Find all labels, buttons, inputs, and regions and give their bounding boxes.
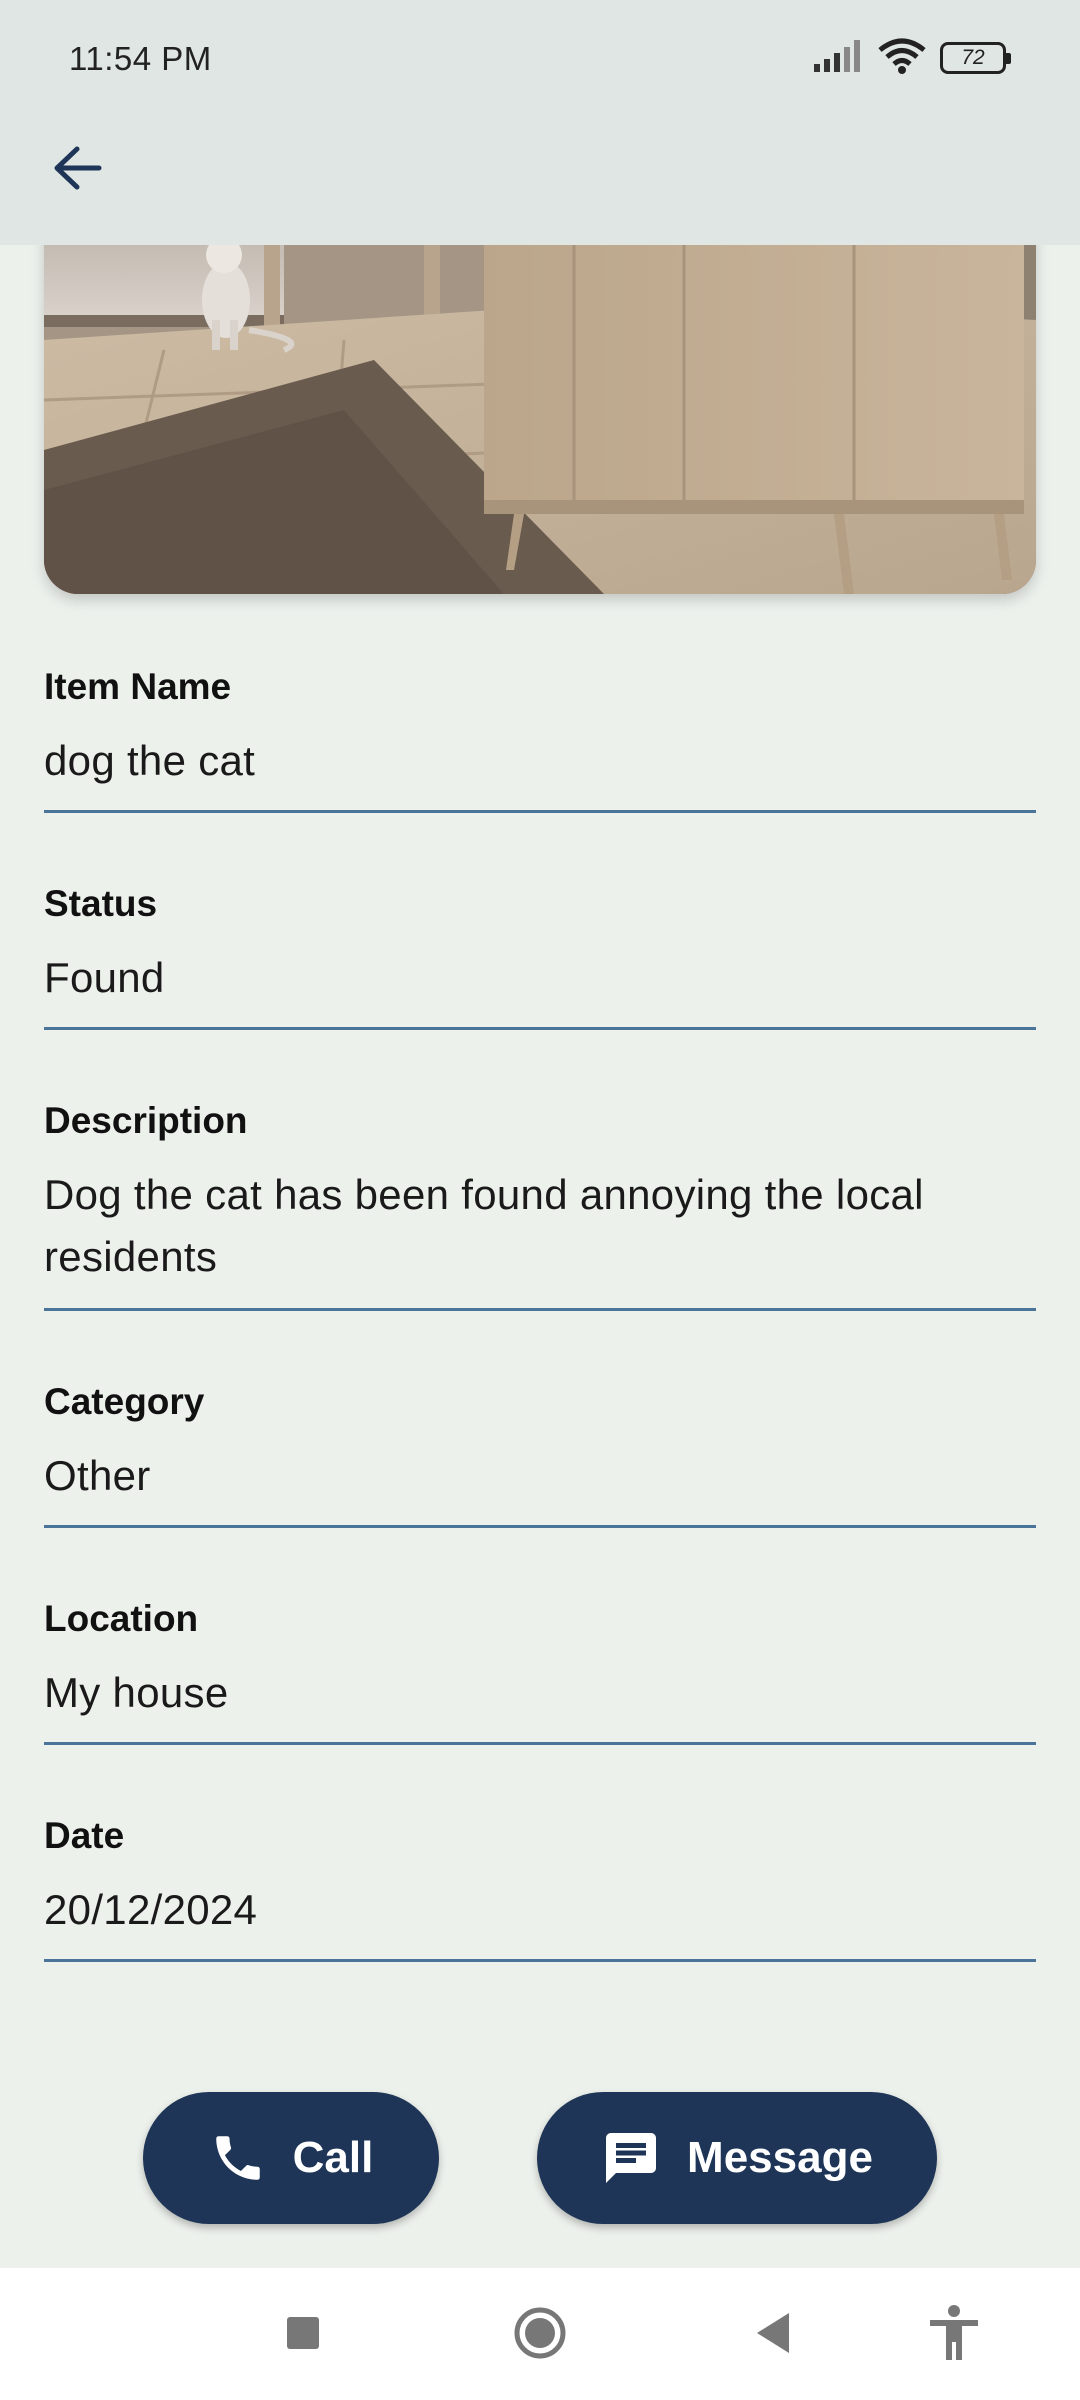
category-value: Other bbox=[44, 1452, 151, 1499]
date-value: 20/12/2024 bbox=[44, 1886, 258, 1933]
item-name-value: dog the cat bbox=[44, 737, 256, 784]
date-label: Date bbox=[44, 1815, 125, 1856]
location-divider bbox=[44, 1742, 1036, 1745]
message-button[interactable]: Message bbox=[537, 2092, 937, 2224]
category-divider bbox=[44, 1525, 1036, 1528]
description-field: Description Dog the cat has been found a… bbox=[44, 1100, 1036, 1288]
app-bar: 11:54 PM 72 bbox=[0, 0, 1080, 245]
status-time: 11:54 PM bbox=[69, 40, 212, 77]
date-divider bbox=[44, 1959, 1036, 1962]
item-name-label: Item Name bbox=[44, 666, 232, 707]
location-field: Location My house bbox=[44, 1598, 1036, 1724]
call-button[interactable]: Call bbox=[143, 2092, 439, 2224]
status-label: Status bbox=[44, 883, 158, 924]
wifi-icon bbox=[878, 38, 926, 79]
location-value: My house bbox=[44, 1669, 229, 1716]
description-label: Description bbox=[44, 1100, 248, 1141]
location-label: Location bbox=[44, 1598, 199, 1639]
arrow-left-icon bbox=[54, 146, 102, 190]
accessibility-icon bbox=[930, 2305, 978, 2360]
battery-icon: 72 bbox=[940, 42, 1011, 74]
status-field: Status Found bbox=[44, 883, 1036, 1009]
home-circle-icon bbox=[514, 2307, 566, 2359]
description-divider bbox=[44, 1308, 1036, 1311]
item-name-field: Item Name dog the cat bbox=[44, 666, 1036, 792]
item-details-screen: 11:54 PM 72 Item Name dog the cat Status… bbox=[0, 0, 1080, 2400]
accessibility-button[interactable] bbox=[919, 2298, 989, 2368]
category-field: Category Other bbox=[44, 1381, 1036, 1507]
message-label: Message bbox=[687, 2133, 873, 2182]
message-icon bbox=[606, 2133, 657, 2183]
nav-back-button[interactable] bbox=[738, 2298, 808, 2368]
recents-square-icon bbox=[287, 2317, 319, 2349]
recents-button[interactable] bbox=[268, 2298, 338, 2368]
category-label: Category bbox=[44, 1381, 205, 1422]
call-label: Call bbox=[292, 2133, 374, 2182]
phone-icon bbox=[215, 2136, 260, 2180]
status-icons: 72 bbox=[814, 38, 1011, 79]
back-button[interactable] bbox=[40, 130, 116, 206]
description-value: Dog the cat has been found annoying the … bbox=[44, 1171, 924, 1280]
signal-icon bbox=[814, 39, 864, 77]
status-value: Found bbox=[44, 954, 165, 1001]
item-name-divider bbox=[44, 810, 1036, 813]
system-nav-bar bbox=[0, 2268, 1080, 2400]
back-triangle-icon bbox=[757, 2313, 789, 2353]
date-field: Date 20/12/2024 bbox=[44, 1815, 1036, 1941]
home-button[interactable] bbox=[505, 2298, 575, 2368]
status-divider bbox=[44, 1027, 1036, 1030]
